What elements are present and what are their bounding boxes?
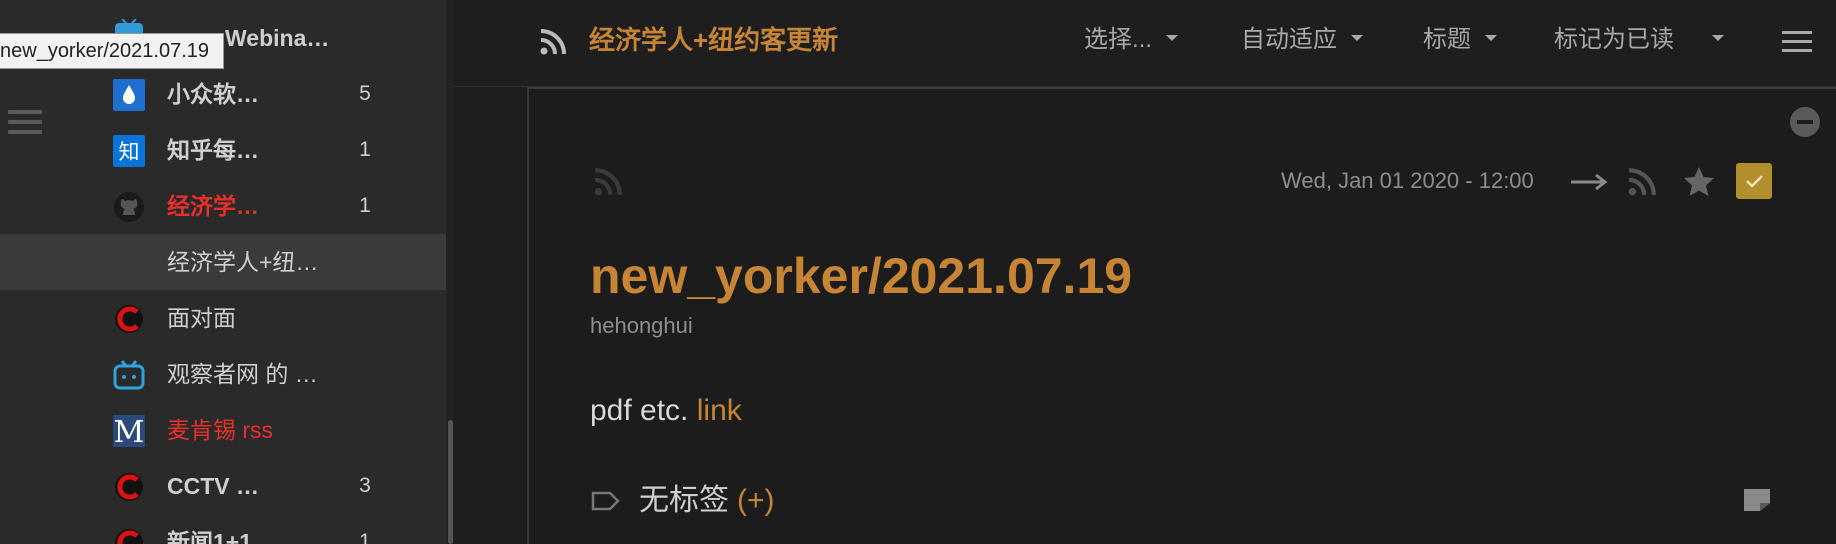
chevron-down-icon [1351,34,1363,41]
sort-label: 标题 [1423,26,1471,53]
cctv-icon [113,471,145,503]
sidebar-item-label: Webina… [225,25,330,51]
article-body: pdf etc. link [590,391,742,431]
collapse-icon[interactable] [1790,107,1820,137]
sidebar-item-label: 面对面 [167,305,236,331]
chevron-down-icon [1485,34,1497,41]
github-icon [113,191,145,223]
article-author: hehonghui [590,313,693,338]
add-tag-button[interactable]: (+) [737,484,775,517]
sidebar-item-label: 经济学人+纽… [167,249,319,275]
sidebar-item-label: 知乎每… [167,137,259,163]
sidebar-scrollbar[interactable] [446,0,454,544]
star-icon[interactable] [1681,164,1717,200]
rss-icon[interactable] [1627,167,1657,197]
sidebar-item-xiaozhong[interactable]: 小众软… 5 [0,66,446,122]
blue-drop-icon [113,79,145,111]
view-mode-dropdown[interactable]: 自动适应 [1241,20,1363,60]
body-text: pdf etc. [590,394,689,427]
sidebar-item-face-to-face[interactable]: 面对面 [0,290,446,346]
cctv-icon [113,527,145,544]
sidebar-item-zhihu[interactable]: 知 知乎每… 1 [0,122,446,178]
check-icon [1746,175,1763,188]
sidebar-item-label: 麦肯锡 rss [167,417,274,443]
chevron-down-icon [1712,34,1724,41]
sidebar-item-economist[interactable]: 经济学… 1 [0,178,446,234]
note-icon[interactable] [1742,487,1772,513]
mark-read-label: 标记为已读 [1554,26,1674,53]
unread-count: 3 [359,474,371,497]
sort-dropdown[interactable]: 标题 [1423,20,1497,60]
tags-label: 无标签 [639,484,729,517]
unread-count: 1 [359,138,371,161]
bilibili-tv-icon [113,359,145,391]
article-link[interactable]: link [697,394,742,427]
article-title[interactable]: new_yorker/2021.07.19 [590,241,1132,311]
feed-sidebar: Webina… 小众软… 5 知 知乎每… 1 经济学… 1 经济学人+纽… 面… [0,0,446,544]
cctv-icon [113,303,145,335]
rss-icon [540,29,566,55]
feed-title: 经济学人+纽约客更新 [589,25,839,55]
rss-icon [594,168,622,196]
zhihu-icon: 知 [113,135,145,167]
select-label: 选择... [1084,26,1153,53]
sidebar-item-label: CCTV … [167,473,259,499]
mckinsey-icon: M [113,415,145,447]
article-date: Wed, Jan 01 2020 - 12:00 [1281,168,1534,193]
unread-count: 1 [359,194,371,217]
sidebar-item-label: 小众软… [167,81,259,107]
unread-count: 1 [359,530,371,544]
svg-text:M: M [114,415,145,447]
sidebar-item-label: 新闻1+1 [167,529,253,544]
tags-row: 无标签 (+) [639,481,775,521]
select-dropdown[interactable]: 选择... [1084,20,1179,60]
toolbar: 经济学人+纽约客更新 选择... 自动适应 标题 标记为已读 [454,0,1836,87]
sidebar-item-economist-newyorker[interactable]: 经济学人+纽… [0,234,446,290]
chevron-down-icon [1166,34,1179,41]
article-panel: Wed, Jan 01 2020 - 12:00 new_yorker/2021… [527,87,1836,544]
sidebar-item-mckinsey[interactable]: M 麦肯锡 rss [0,402,446,458]
mark-read-checkbox[interactable] [1736,163,1772,199]
sidebar-item-news-1plus1[interactable]: 新闻1+1 1 [0,514,446,544]
mark-read-dropdown[interactable]: 标记为已读 [1554,20,1724,60]
unread-count: 5 [359,82,371,105]
arrow-right-icon[interactable] [1569,167,1609,197]
sidebar-item-cctv[interactable]: CCTV … 3 [0,458,446,514]
svg-text:知: 知 [119,140,140,164]
scrollbar-thumb[interactable] [448,420,453,544]
tooltip: new_yorker/2021.07.19 [0,33,225,69]
sidebar-item-label: 观察者网 的 … [167,361,318,387]
hamburger-menu-icon[interactable] [1782,31,1812,55]
sidebar-item-label: 经济学… [167,193,259,219]
view-mode-label: 自动适应 [1241,26,1337,53]
tag-icon [591,491,620,511]
sidebar-item-guancha[interactable]: 观察者网 的 … [0,346,446,402]
